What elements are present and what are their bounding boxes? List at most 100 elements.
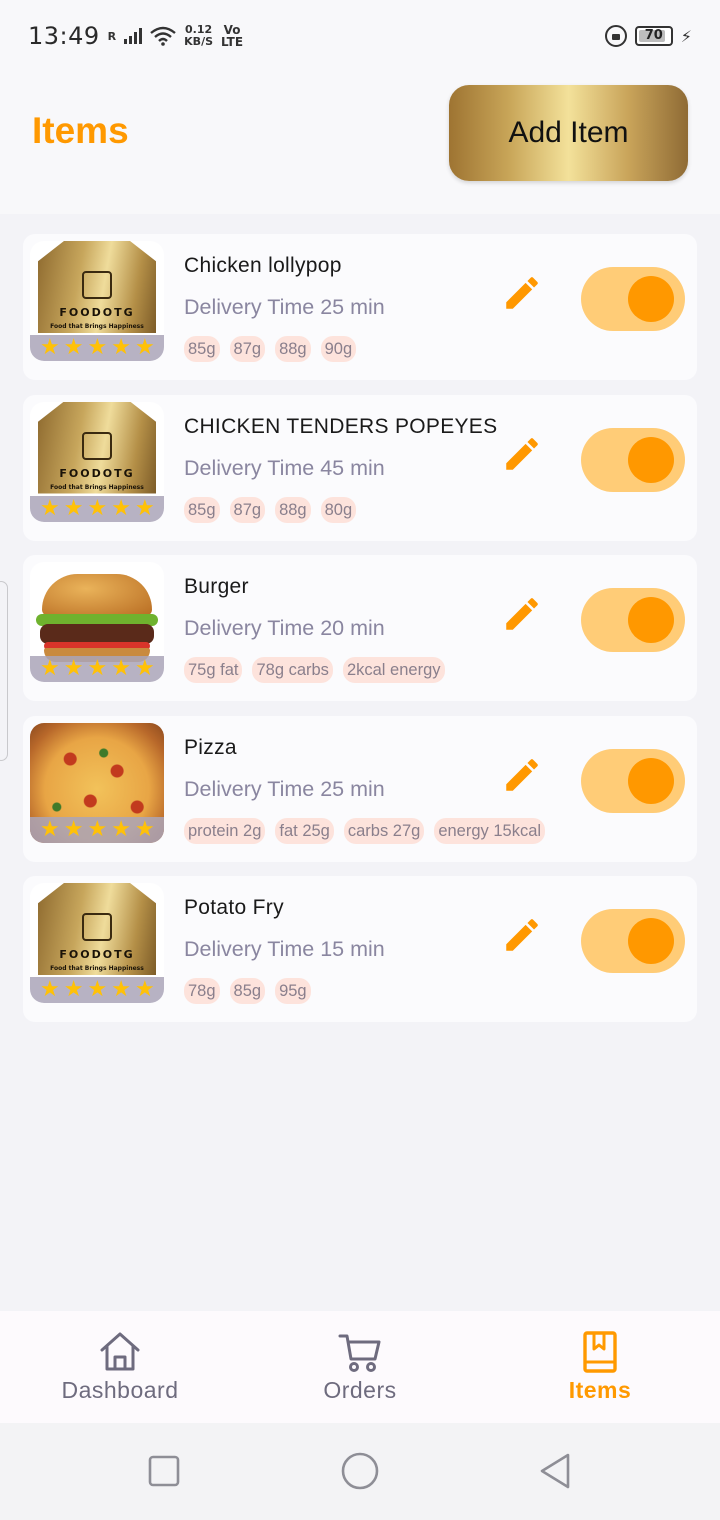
nav-label: Items <box>568 1377 632 1403</box>
item-delivery-time: Delivery Time 15 min <box>184 937 385 961</box>
toggle-knob <box>628 276 674 322</box>
item-list: FOODOTG Food that Brings Happiness ★ ★ ★ ★ ★… <box>23 234 697 1037</box>
bottom-navigation: Dashboard Orders Items <box>0 1311 720 1423</box>
item-tags: 75g fat 78g carbs 2kcal energy <box>184 657 445 683</box>
rating-stars: ★ ★ ★ ★ ★ <box>30 977 164 1003</box>
star-icon: ★ <box>63 495 84 521</box>
availability-toggle[interactable] <box>581 427 685 492</box>
availability-toggle[interactable] <box>581 588 685 652</box>
item-tag: carbs 27g <box>343 817 425 844</box>
app-header: Items Add Item <box>0 72 720 214</box>
star-icon: ★ <box>40 816 60 842</box>
foodotg-logo-icon: FOODOTG Food that Brings Happiness <box>38 883 156 975</box>
star-icon: ★ <box>87 495 108 521</box>
star-icon: ★ <box>40 656 60 681</box>
edit-icon[interactable] <box>501 914 543 956</box>
signal-roaming-label: R <box>107 29 117 43</box>
item-name: Chicken lollypop <box>184 254 342 277</box>
circle-icon[interactable] <box>336 1447 384 1495</box>
item-delivery-time: Delivery Time 25 min <box>184 295 385 319</box>
item-tags: protein 2g fat 25g carbs 27g energy 15kc… <box>184 817 546 844</box>
star-icon: ★ <box>111 977 131 1002</box>
rotation-lock-icon <box>604 25 627 47</box>
item-tag: 87g <box>229 336 266 362</box>
signal-icon <box>124 28 143 44</box>
item-tag: 75g fat <box>184 657 243 683</box>
cart-icon <box>338 1334 381 1372</box>
item-tags: 85g 87g 88g 80g <box>184 496 357 523</box>
item-name: CHICKEN TENDERS POPEYES <box>184 414 498 438</box>
foodotg-logo-icon: FOODOTG Food that Brings Happiness <box>38 241 156 333</box>
edit-icon[interactable] <box>501 593 543 635</box>
availability-toggle[interactable] <box>581 909 685 973</box>
item-tag: 80g <box>320 496 357 523</box>
item-name: Pizza <box>184 735 237 759</box>
logo-name: FOODOTG <box>59 306 135 319</box>
add-item-button[interactable]: Add Item <box>449 85 688 181</box>
availability-toggle[interactable] <box>581 748 685 813</box>
item-tag: energy 15kcal <box>434 817 546 844</box>
item-tag: 88g <box>275 336 311 362</box>
item-image: ★ ★ ★ ★ ★ <box>30 722 164 843</box>
home-icon <box>100 1332 140 1371</box>
item-tags: 78g 85g 95g <box>184 978 311 1004</box>
logo-name: FOODOTG <box>59 466 135 480</box>
nav-label: Dashboard <box>61 1377 179 1403</box>
charging-icon: ⚡ <box>680 26 692 46</box>
item-card[interactable]: FOODOTG Food that Brings Happiness ★ ★ ★ ★ ★… <box>23 234 697 380</box>
item-card[interactable]: FOODOTG Food that Brings Happiness ★ ★ ★ ★ ★… <box>23 876 697 1022</box>
item-tag: 2kcal energy <box>342 657 445 683</box>
item-tag: protein 2g <box>184 817 266 844</box>
rating-stars: ★ ★ ★ ★ ★ <box>30 495 164 522</box>
star-icon: ★ <box>134 977 155 1002</box>
star-icon: ★ <box>134 495 155 521</box>
availability-toggle[interactable] <box>581 267 685 331</box>
item-card[interactable]: ★ ★ ★ ★ ★ Burger Delivery Time 20 min 75g fa… <box>23 555 697 701</box>
battery-icon: 70 <box>634 26 673 46</box>
item-tag: 90g <box>320 336 357 362</box>
star-icon: ★ <box>134 816 155 842</box>
item-tag: 85g <box>184 496 220 523</box>
star-icon: ★ <box>40 495 60 521</box>
item-name: Burger <box>184 575 249 598</box>
star-icon: ★ <box>63 656 84 681</box>
rating-stars: ★ ★ ★ ★ ★ <box>30 656 164 682</box>
nav-dashboard[interactable]: Dashboard <box>0 1311 240 1423</box>
item-card[interactable]: ★ ★ ★ ★ ★ Pizza Delivery Time 25 min protein… <box>23 715 697 862</box>
logo-name: FOODOTG <box>59 948 135 961</box>
triangle-icon[interactable] <box>532 1447 580 1495</box>
square-icon[interactable] <box>140 1447 188 1495</box>
item-delivery-time: Delivery Time 20 min <box>184 616 385 640</box>
item-delivery-time: Delivery Time 25 min <box>184 776 385 801</box>
item-tag: 85g <box>229 978 266 1004</box>
item-tag: 87g <box>229 496 266 523</box>
item-card[interactable]: FOODOTG Food that Brings Happiness ★ ★ ★ ★ ★… <box>23 394 697 541</box>
item-delivery-time: Delivery Time 45 min <box>184 455 385 480</box>
nav-orders[interactable]: Orders <box>240 1311 480 1423</box>
edit-icon[interactable] <box>501 272 543 314</box>
status-time: 13:49 <box>28 22 100 50</box>
item-tags: 85g 87g 88g 90g <box>184 336 357 362</box>
status-bar: 13:49 R 0.12 KB/S Vo LTE 70 ⚡ <box>0 0 720 72</box>
toggle-knob <box>628 597 674 643</box>
nav-items[interactable]: Items <box>480 1311 720 1423</box>
status-right-icons: 70 ⚡ <box>604 25 692 47</box>
page-title: Items <box>32 110 129 151</box>
edit-icon[interactable] <box>501 754 543 796</box>
edge-panel-handle[interactable] <box>0 581 8 761</box>
toggle-knob <box>628 918 674 964</box>
item-tag: fat 25g <box>275 817 334 844</box>
star-icon: ★ <box>63 816 84 842</box>
star-icon: ★ <box>87 977 108 1002</box>
battery-level: 70 <box>644 28 663 43</box>
star-icon: ★ <box>40 977 60 1002</box>
star-icon: ★ <box>111 816 131 842</box>
book-icon <box>583 1331 617 1373</box>
edit-icon[interactable] <box>501 433 543 475</box>
toggle-knob <box>628 757 674 804</box>
star-icon: ★ <box>87 816 108 842</box>
item-image: FOODOTG Food that Brings Happiness ★ ★ ★ ★ ★ <box>30 401 164 522</box>
item-image: FOODOTG Food that Brings Happiness ★ ★ ★ ★ ★ <box>30 241 164 361</box>
item-tag: 78g carbs <box>252 657 333 683</box>
item-image: FOODOTG Food that Brings Happiness ★ ★ ★ ★ ★ <box>30 883 164 1003</box>
